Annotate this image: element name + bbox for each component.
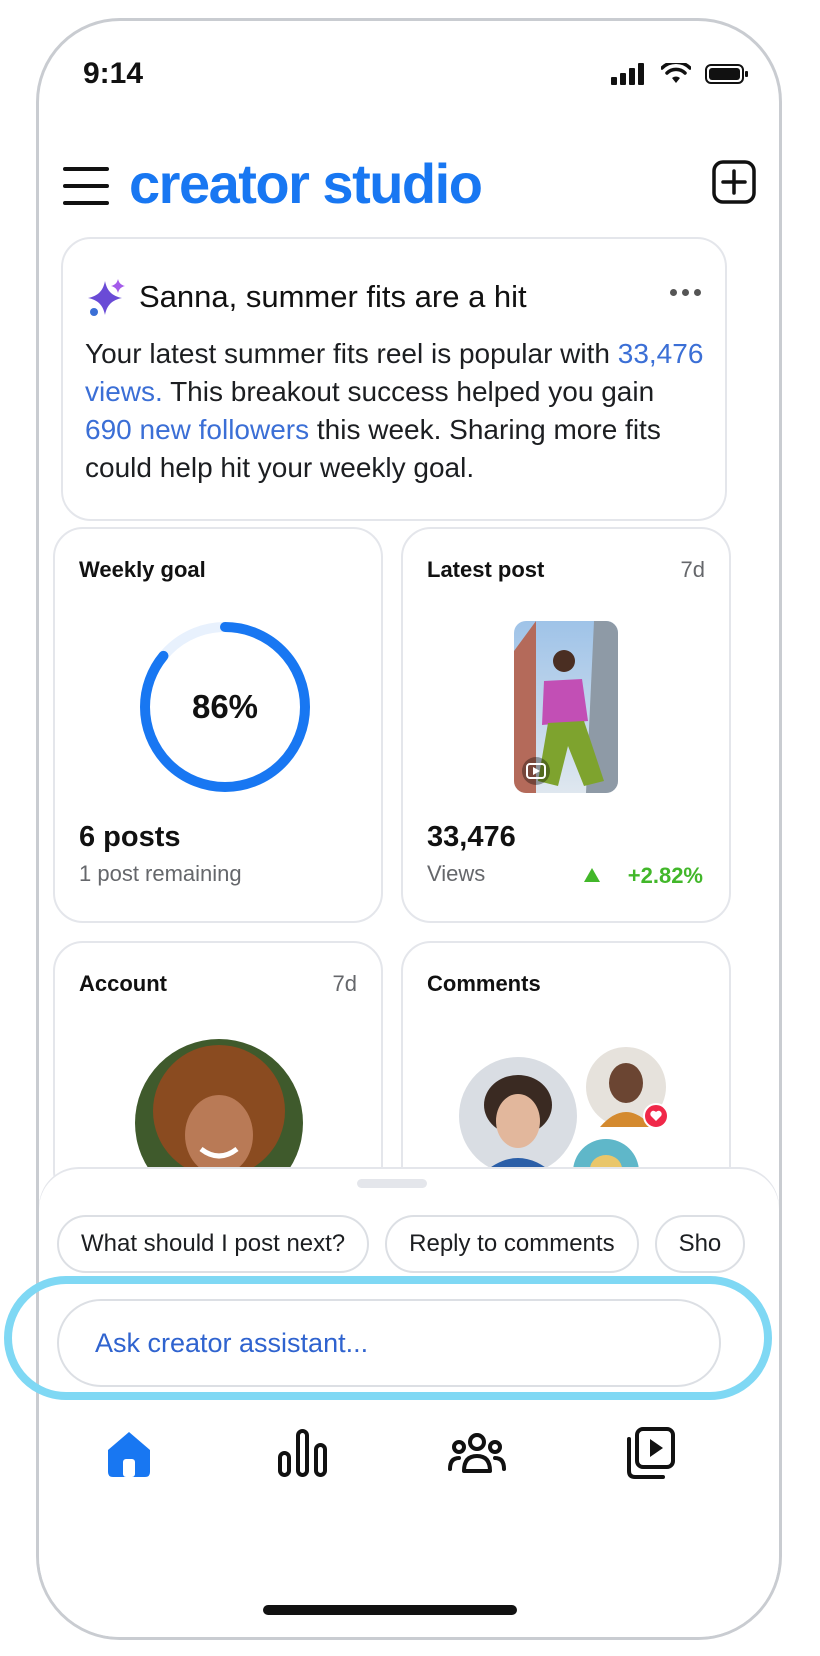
goal-percent: 86% (191, 688, 259, 725)
followers-link[interactable]: 690 new followers (85, 414, 309, 445)
insight-card[interactable]: Sanna, summer fits are a hit Your latest… (61, 237, 727, 521)
insight-body: Your latest summer fits reel is popular … (85, 335, 705, 487)
home-icon[interactable] (99, 1423, 159, 1483)
community-icon[interactable] (447, 1423, 507, 1483)
latest-post-card[interactable]: Latest post 7d 33,476 Views +2.82% (401, 527, 731, 923)
commenter-avatar (459, 1057, 577, 1175)
comments-title: Comments (427, 971, 541, 996)
wifi-icon (661, 63, 691, 83)
latest-post-title: Latest post (427, 557, 545, 582)
weekly-goal-title: Weekly goal (79, 557, 206, 582)
suggestion-chips: What should I post next? Reply to commen… (57, 1215, 746, 1273)
add-post-icon[interactable] (711, 159, 757, 205)
assistant-sheet: What should I post next? Reply to commen… (39, 1169, 779, 1637)
account-card[interactable]: Account 7d (53, 941, 383, 1201)
content-library-icon[interactable] (621, 1423, 681, 1483)
insight-title: Sanna, summer fits are a hit (139, 279, 527, 314)
suggestion-chip[interactable]: Reply to comments (385, 1215, 639, 1273)
sheet-handle[interactable] (357, 1179, 427, 1188)
insight-text: Your latest summer fits reel is popular … (85, 338, 618, 369)
comments-card[interactable]: Comments (401, 941, 731, 1201)
account-title: Account (79, 971, 167, 996)
account-age: 7d (332, 971, 357, 996)
phone-frame: 9:14 creator studio Sanna, summer fits a… (36, 18, 782, 1640)
suggestion-chip[interactable]: Sho (654, 1215, 746, 1273)
views-label: Views (427, 861, 486, 886)
status-bar: 9:14 (39, 21, 779, 131)
views-trend: +2.82% (627, 863, 703, 888)
sparkle-icon (88, 279, 125, 316)
posts-count: 6 posts (79, 821, 181, 853)
post-thumbnail[interactable] (514, 621, 618, 793)
more-options-icon[interactable] (670, 289, 701, 296)
app-bar: creator studio (39, 139, 779, 235)
views-count: 33,476 (427, 821, 516, 853)
insights-icon[interactable] (273, 1423, 333, 1483)
home-indicator[interactable] (263, 1605, 517, 1615)
latest-post-age: 7d (680, 557, 705, 582)
signal-icon (611, 63, 644, 85)
weekly-goal-card[interactable]: Weekly goal 86% 6 posts 1 post remaining (53, 527, 383, 923)
posts-remaining: 1 post remaining (79, 861, 242, 886)
battery-icon (705, 64, 748, 84)
status-time: 9:14 (83, 57, 144, 90)
trend-up-icon (584, 868, 600, 882)
heart-icon (643, 1103, 669, 1129)
status-icons (611, 63, 749, 85)
suggestion-chip[interactable]: What should I post next? (57, 1215, 370, 1273)
assistant-input[interactable]: Ask creator assistant... (57, 1299, 721, 1387)
insight-text: This breakout success helped you gain (162, 376, 655, 407)
menu-icon[interactable] (63, 167, 109, 207)
bottom-nav (39, 1423, 779, 1503)
app-title: creator studio (129, 152, 483, 215)
